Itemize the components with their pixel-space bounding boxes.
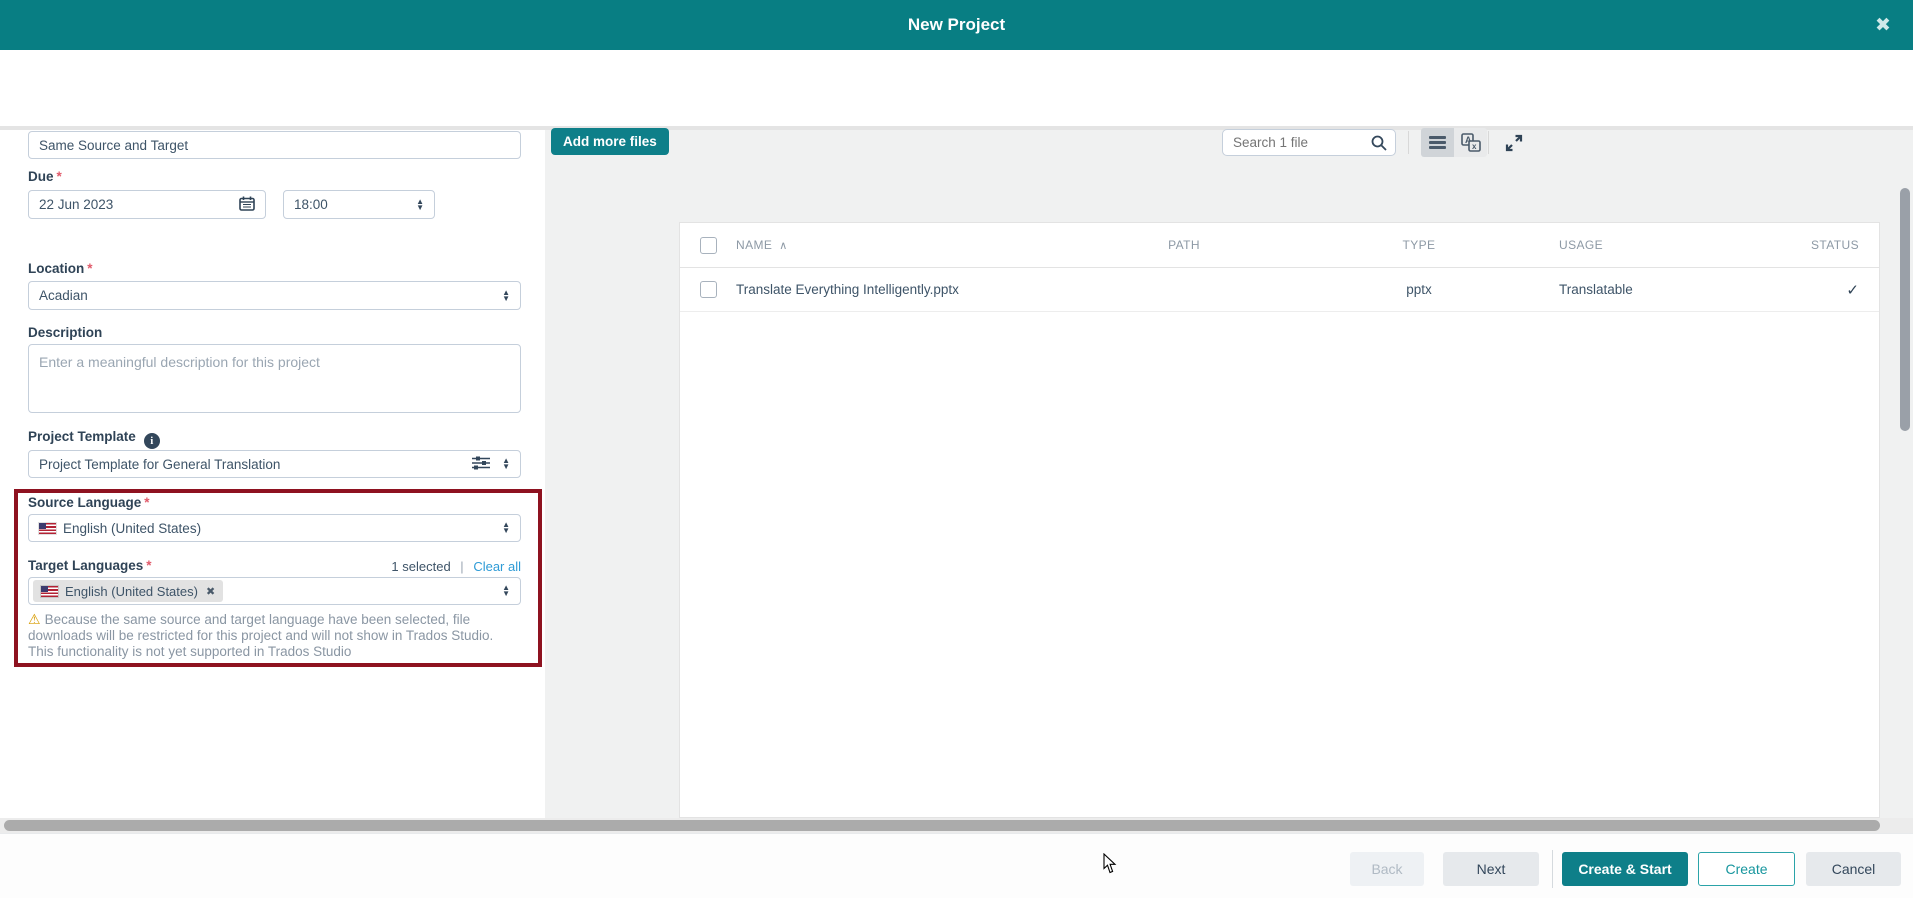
due-date-picker[interactable]: 22 Jun 2023 bbox=[28, 190, 266, 219]
language-chip: English (United States) ✖ bbox=[33, 580, 223, 602]
language-chip-label: English (United States) bbox=[65, 584, 198, 599]
column-name[interactable]: NAME∧ bbox=[736, 238, 1059, 252]
svg-text:x: x bbox=[1472, 142, 1477, 151]
files-table: NAME∧ PATH TYPE USAGE STATUS Translate E… bbox=[679, 222, 1880, 818]
toolbar-divider bbox=[1408, 131, 1409, 154]
due-label: Due* bbox=[28, 169, 62, 184]
wizard-stepper: ✓ General Translation Engine Pricing Mod… bbox=[0, 50, 1913, 126]
horizontal-scrollbar-thumb[interactable] bbox=[4, 820, 1880, 831]
target-selection-summary: 1 selected | Clear all bbox=[391, 559, 521, 574]
project-name-input[interactable] bbox=[29, 132, 520, 158]
row-checkbox[interactable] bbox=[700, 281, 717, 298]
close-icon[interactable]: ✖ bbox=[1869, 12, 1897, 40]
location-select[interactable]: Acadian ▲▼ bbox=[28, 281, 521, 310]
column-path[interactable]: PATH bbox=[1059, 238, 1309, 252]
dialog-header: New Project ✖ bbox=[0, 0, 1913, 50]
spinner-icon[interactable]: ▲▼ bbox=[416, 199, 424, 211]
summary-separator: | bbox=[460, 559, 463, 574]
sort-asc-icon: ∧ bbox=[779, 240, 787, 252]
calendar-icon[interactable] bbox=[239, 196, 255, 214]
toolbar-divider bbox=[1488, 131, 1489, 154]
select-all-checkbox[interactable] bbox=[700, 237, 717, 254]
spinner-icon[interactable]: ▲▼ bbox=[502, 458, 510, 470]
file-name: Translate Everything Intelligently.pptx bbox=[736, 282, 1059, 297]
same-language-warning: ⚠Because the same source and target lang… bbox=[28, 611, 516, 660]
add-more-files-button[interactable]: Add more files bbox=[551, 128, 669, 155]
us-flag-icon bbox=[41, 586, 58, 597]
due-time-select[interactable]: 18:00 ▲▼ bbox=[283, 190, 435, 219]
next-button[interactable]: Next bbox=[1443, 852, 1539, 886]
project-name-field-wrap bbox=[28, 131, 521, 159]
spinner-icon[interactable]: ▲▼ bbox=[502, 585, 510, 597]
target-languages-select[interactable]: English (United States) ✖ ▲▼ bbox=[28, 577, 521, 605]
expand-icon[interactable] bbox=[1500, 130, 1528, 156]
project-template-label: Project Templatei bbox=[28, 429, 160, 449]
status-check-icon: ✓ bbox=[1846, 282, 1859, 299]
warning-icon: ⚠ bbox=[28, 611, 41, 627]
selected-count: 1 selected bbox=[391, 559, 450, 574]
filter-icon[interactable] bbox=[472, 456, 490, 473]
us-flag-icon bbox=[39, 523, 56, 534]
column-usage[interactable]: USAGE bbox=[1529, 238, 1759, 252]
due-time-value: 18:00 bbox=[284, 197, 416, 212]
back-button[interactable]: Back bbox=[1350, 852, 1424, 886]
mouse-cursor bbox=[1103, 853, 1117, 879]
language-pairs-view-button[interactable]: Ax bbox=[1454, 128, 1487, 157]
create-button[interactable]: Create bbox=[1698, 852, 1795, 886]
dialog-title: New Project bbox=[0, 0, 1913, 50]
list-view-button[interactable] bbox=[1421, 128, 1454, 157]
file-type: pptx bbox=[1309, 282, 1529, 297]
column-status[interactable]: STATUS bbox=[1759, 238, 1879, 252]
file-search-wrap bbox=[1222, 129, 1396, 156]
cancel-button[interactable]: Cancel bbox=[1806, 852, 1901, 886]
file-search-input[interactable] bbox=[1223, 135, 1371, 150]
description-field-wrap bbox=[28, 344, 521, 413]
table-row[interactable]: Translate Everything Intelligently.pptx … bbox=[680, 268, 1879, 312]
target-languages-label: Target Languages* bbox=[28, 558, 152, 573]
source-language-value: English (United States) bbox=[63, 521, 502, 536]
language-pairs-icon: Ax bbox=[1461, 133, 1481, 152]
vertical-scrollbar[interactable] bbox=[1900, 188, 1910, 431]
file-usage: Translatable bbox=[1529, 282, 1759, 297]
footer-divider bbox=[1552, 850, 1553, 888]
clear-all-link[interactable]: Clear all bbox=[473, 559, 521, 574]
view-toggle: Ax bbox=[1421, 128, 1487, 157]
spinner-icon[interactable]: ▲▼ bbox=[502, 522, 510, 534]
description-textarea[interactable] bbox=[29, 345, 520, 412]
warning-text: Because the same source and target langu… bbox=[28, 612, 493, 659]
source-language-select[interactable]: English (United States) ▲▼ bbox=[28, 514, 521, 542]
due-date-value: 22 Jun 2023 bbox=[29, 197, 239, 212]
location-value: Acadian bbox=[29, 288, 502, 303]
project-template-select[interactable]: Project Template for General Translation… bbox=[28, 450, 521, 478]
create-and-start-button[interactable]: Create & Start bbox=[1562, 852, 1688, 886]
source-language-label: Source Language* bbox=[28, 495, 150, 510]
spinner-icon[interactable]: ▲▼ bbox=[502, 290, 510, 302]
list-view-icon bbox=[1429, 136, 1446, 149]
project-template-value: Project Template for General Translation bbox=[29, 457, 472, 472]
remove-language-icon[interactable]: ✖ bbox=[206, 585, 215, 598]
description-label: Description bbox=[28, 325, 102, 340]
search-icon[interactable] bbox=[1371, 135, 1387, 151]
files-table-header: NAME∧ PATH TYPE USAGE STATUS bbox=[680, 223, 1879, 268]
location-label: Location* bbox=[28, 261, 93, 276]
required-asterisk: * bbox=[57, 169, 62, 184]
column-type[interactable]: TYPE bbox=[1309, 238, 1529, 252]
info-icon[interactable]: i bbox=[144, 433, 160, 449]
